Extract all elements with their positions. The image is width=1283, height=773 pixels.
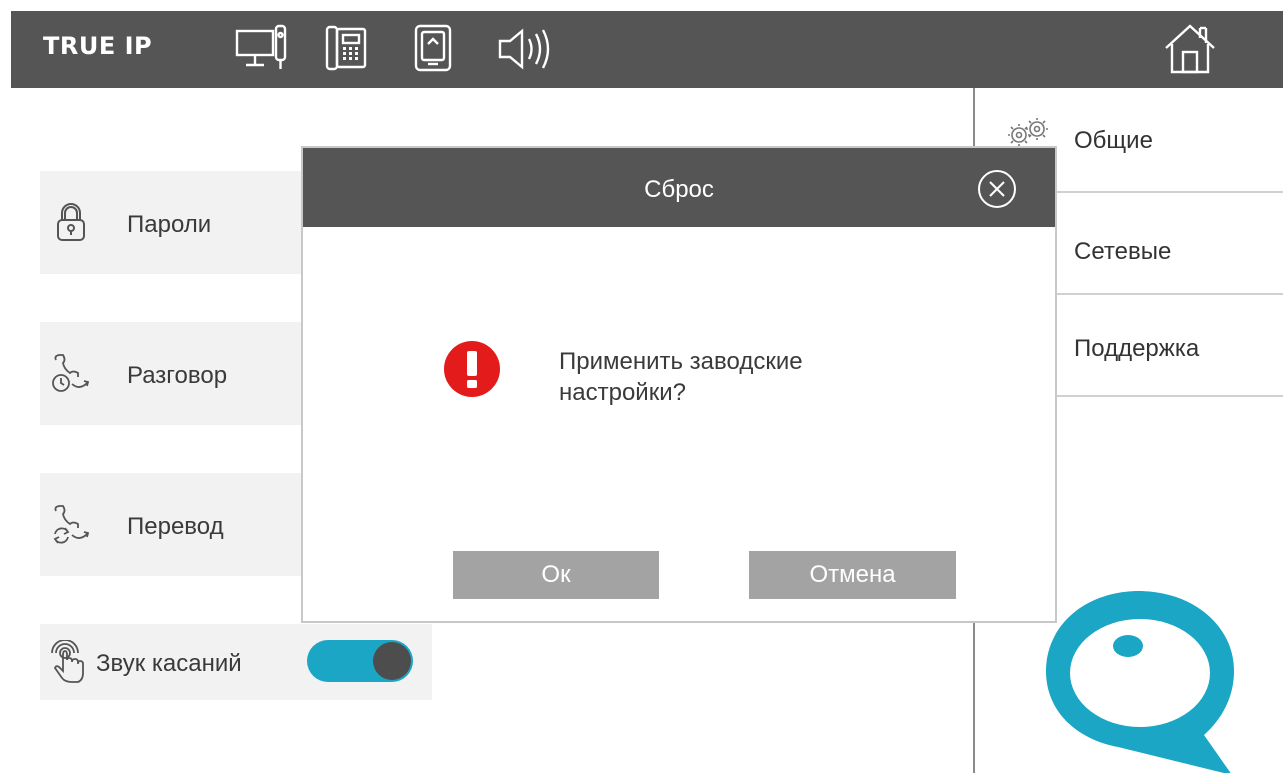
- brand-logo-text: TRUE IP: [43, 32, 153, 60]
- ok-button[interactable]: Ок: [453, 551, 659, 599]
- close-icon[interactable]: [977, 169, 1017, 209]
- intercom-phone-icon[interactable]: [323, 21, 371, 77]
- menu-item-label: Перевод: [127, 513, 224, 540]
- monitor-icon[interactable]: [234, 21, 294, 77]
- sd-card-icon[interactable]: [412, 21, 456, 77]
- right-menu-label: Общие: [1074, 127, 1153, 154]
- speaker-icon[interactable]: [496, 21, 558, 77]
- lock-icon: [50, 201, 92, 243]
- right-menu-label: Поддержка: [1074, 335, 1200, 362]
- touch-icon: [50, 639, 90, 684]
- cancel-button[interactable]: Отмена: [749, 551, 956, 599]
- touch-sound-toggle[interactable]: [307, 640, 413, 682]
- call-clock-icon: [50, 352, 92, 394]
- reset-dialog: Сброс Применить заводские настройки? Ок …: [301, 146, 1057, 623]
- call-transfer-icon: [50, 503, 92, 545]
- dialog-message: Применить заводские настройки?: [559, 348, 803, 406]
- dialog-title: Сброс: [644, 176, 714, 203]
- top-bar: [11, 11, 1283, 88]
- warning-icon: [443, 340, 501, 398]
- dialog-header: Сброс: [303, 148, 1055, 227]
- menu-item-label: Разговор: [127, 362, 228, 389]
- toggle-knob: [373, 642, 411, 680]
- menu-item-label: Пароли: [127, 211, 212, 238]
- home-icon[interactable]: [1160, 18, 1220, 78]
- touch-sound-row: Звук касаний: [40, 624, 432, 700]
- brand-logo: [1042, 587, 1236, 773]
- touch-sound-label: Звук касаний: [96, 650, 242, 677]
- right-menu-label: Сетевые: [1074, 238, 1172, 265]
